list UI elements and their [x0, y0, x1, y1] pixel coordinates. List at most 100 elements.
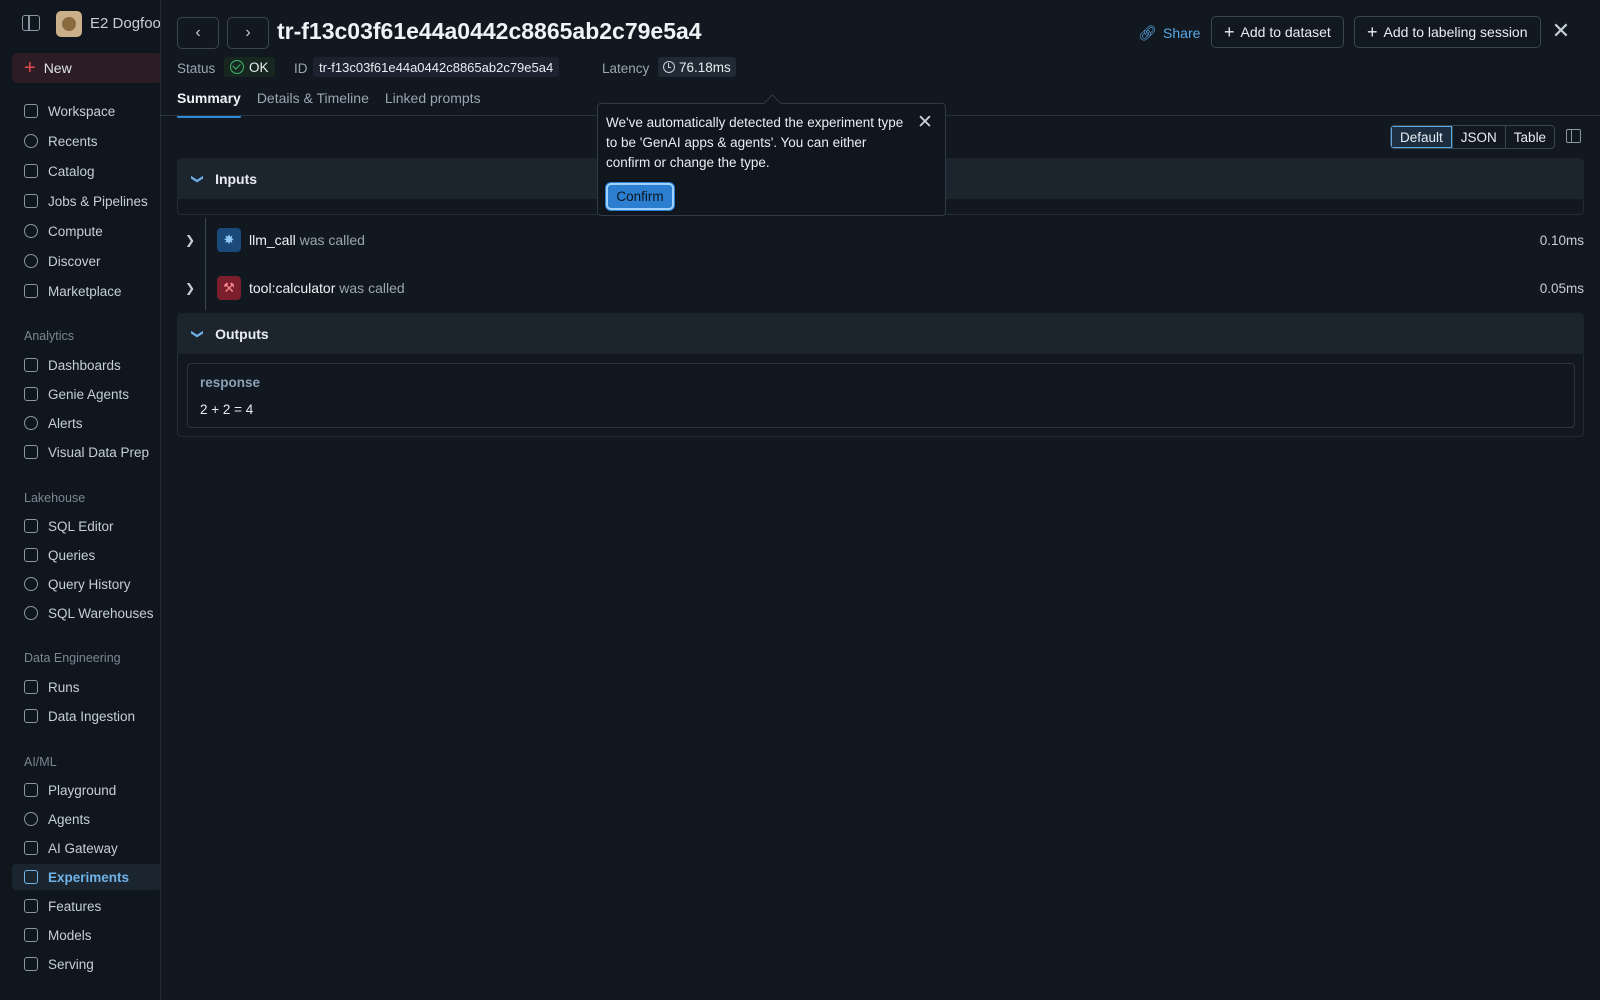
share-button[interactable]: 🔗︎ Share [1138, 24, 1200, 42]
catalog-icon [24, 164, 38, 178]
sidebar-item-label: Visual Data Prep [48, 444, 150, 460]
serving-icon [24, 957, 38, 971]
trace-tabs: Summary Details & Timeline Linked prompt… [177, 90, 497, 118]
models-icon [24, 928, 38, 942]
sidebar-item-compute[interactable]: Compute [12, 218, 162, 244]
sidebar-item-dashboards[interactable]: Dashboards [12, 352, 162, 378]
experiment-type-popover: We've automatically detected the experim… [597, 103, 946, 216]
status-badge: OK [224, 57, 275, 77]
span-row-llm-call[interactable]: ❯ ✸ llm_call was called 0.10ms [177, 218, 1584, 266]
sidebar-item-label: Playground [48, 782, 117, 798]
add-to-dataset-label: Add to dataset [1240, 24, 1331, 40]
link-icon: 🔗︎ [1138, 25, 1158, 42]
outputs-section-header[interactable]: ❯ Outputs [177, 313, 1584, 354]
sidebar-item-alerts[interactable]: Alerts [12, 410, 162, 436]
plus-icon: + [1224, 22, 1235, 42]
tab-linked-prompts[interactable]: Linked prompts [385, 90, 481, 116]
span-duration: 0.05ms [1539, 280, 1584, 296]
sidebar-item-label: Catalog [48, 163, 95, 179]
sidebar-item-genie[interactable]: Genie Agents [12, 381, 162, 407]
sidebar-item-experiments[interactable]: Experiments [12, 864, 162, 890]
sidebar-item-runs[interactable]: Runs [12, 674, 162, 700]
add-to-labeling-label: Add to labeling session [1383, 24, 1528, 40]
tree-line [205, 218, 206, 266]
sidebar-item-features[interactable]: Features [12, 893, 162, 919]
status-label-text: Status [177, 60, 216, 76]
sidebar-item-label: Compute [48, 223, 103, 239]
outputs-title: Outputs [215, 325, 269, 342]
compass-icon [24, 254, 38, 268]
sidebar-item-sql-warehouses[interactable]: SQL Warehouses [12, 600, 162, 626]
sidebar-item-ai-gateway[interactable]: AI Gateway [12, 835, 162, 861]
close-icon[interactable]: ✕ [1550, 20, 1572, 42]
sidebar-item-sql-editor[interactable]: SQL Editor [12, 513, 162, 539]
sidebar-item-label: Queries [48, 547, 96, 563]
sidebar-item-query-history[interactable]: Query History [12, 571, 162, 597]
sidebar-item-discover[interactable]: Discover [12, 248, 162, 274]
workspace-name[interactable]: E2 Dogfood [90, 15, 169, 32]
sidebar-item-label: AI Gateway [48, 840, 118, 856]
id-label: ID [294, 58, 308, 78]
sidebar-item-jobs[interactable]: Jobs & Pipelines [12, 188, 162, 214]
sidebar-item-catalog[interactable]: Catalog [12, 158, 162, 184]
new-button[interactable]: + New [12, 53, 162, 83]
sidebar-item-recents[interactable]: Recents [12, 128, 162, 154]
id-label-text: ID [294, 60, 308, 76]
sidebar-item-label: Genie Agents [48, 386, 130, 402]
sidebar-item-workspace[interactable]: Workspace [12, 98, 162, 124]
close-icon[interactable]: ✕ [916, 113, 934, 132]
sidebar-item-serving[interactable]: Serving [12, 951, 162, 977]
tab-details-timeline[interactable]: Details & Timeline [257, 90, 369, 116]
sidebar-item-playground[interactable]: Playground [12, 777, 162, 803]
sidebar-item-label: Models [48, 927, 92, 943]
ingestion-icon [24, 709, 38, 723]
sidebar-item-visual-data-prep[interactable]: Visual Data Prep [12, 439, 162, 465]
sidebar: E2 Dogfood + New Workspace Recents Catal… [0, 0, 169, 1000]
next-trace-button[interactable]: › [227, 17, 269, 49]
view-mode-table[interactable]: Table [1504, 126, 1554, 148]
tab-summary[interactable]: Summary [177, 90, 241, 118]
tree-line [205, 266, 206, 310]
confirm-button[interactable]: Confirm [606, 183, 674, 210]
sidebar-item-label: Serving [48, 956, 94, 972]
chevron-down-icon: ❯ [191, 328, 206, 339]
latency-label: Latency [602, 58, 649, 78]
sidebar-item-label: SQL Warehouses [48, 605, 154, 621]
plus-icon: + [1367, 22, 1378, 42]
sidebar-item-label: Features [48, 898, 102, 914]
add-to-dataset-button[interactable]: + Add to dataset [1211, 16, 1344, 48]
sidebar-item-models[interactable]: Models [12, 922, 162, 948]
view-mode-default[interactable]: Default [1391, 126, 1452, 148]
sidebar-item-marketplace[interactable]: Marketplace [12, 278, 162, 304]
span-name-text: tool:calculator [249, 280, 336, 296]
sidebar-item-label: Data Ingestion [48, 708, 136, 724]
new-button-label: New [43, 60, 72, 76]
agents-icon [24, 812, 38, 826]
clock-icon [663, 61, 675, 73]
previous-trace-button[interactable]: ‹ [177, 17, 219, 49]
status-value: OK [249, 59, 269, 75]
collapse-panel-icon[interactable] [1566, 129, 1581, 143]
add-to-labeling-session-button[interactable]: + Add to labeling session [1354, 16, 1541, 48]
sidebar-item-agents[interactable]: Agents [12, 806, 162, 832]
sidebar-item-label: Recents [48, 133, 98, 149]
app-root: E2 Dogfood + New Workspace Recents Catal… [0, 0, 1600, 1000]
view-mode-json[interactable]: JSON [1451, 126, 1505, 148]
bell-icon [24, 416, 38, 430]
gateway-icon [24, 841, 38, 855]
chevron-right-icon[interactable]: ❯ [185, 233, 195, 247]
sidebar-item-label: Alerts [48, 415, 83, 431]
section-label-analytics: Analytics [24, 329, 75, 343]
wrench-icon: ⚒ [217, 276, 241, 300]
sidebar-toggle-icon[interactable] [22, 15, 40, 31]
workspace-logo[interactable] [56, 11, 82, 37]
chevron-right-icon[interactable]: ❯ [185, 281, 195, 295]
trace-id-value[interactable]: tr-f13c03f61e44a0442c8865ab2c79e5a4 [313, 57, 560, 77]
sidebar-item-queries[interactable]: Queries [12, 542, 162, 568]
sidebar-item-data-ingestion[interactable]: Data Ingestion [12, 703, 162, 729]
chevron-right-icon: › [245, 24, 251, 41]
chevron-down-icon: ❯ [191, 173, 206, 184]
experiments-icon [24, 870, 38, 884]
features-icon [24, 899, 38, 913]
span-row-tool-calculator[interactable]: ❯ ⚒ tool:calculator was called 0.05ms [177, 266, 1584, 310]
